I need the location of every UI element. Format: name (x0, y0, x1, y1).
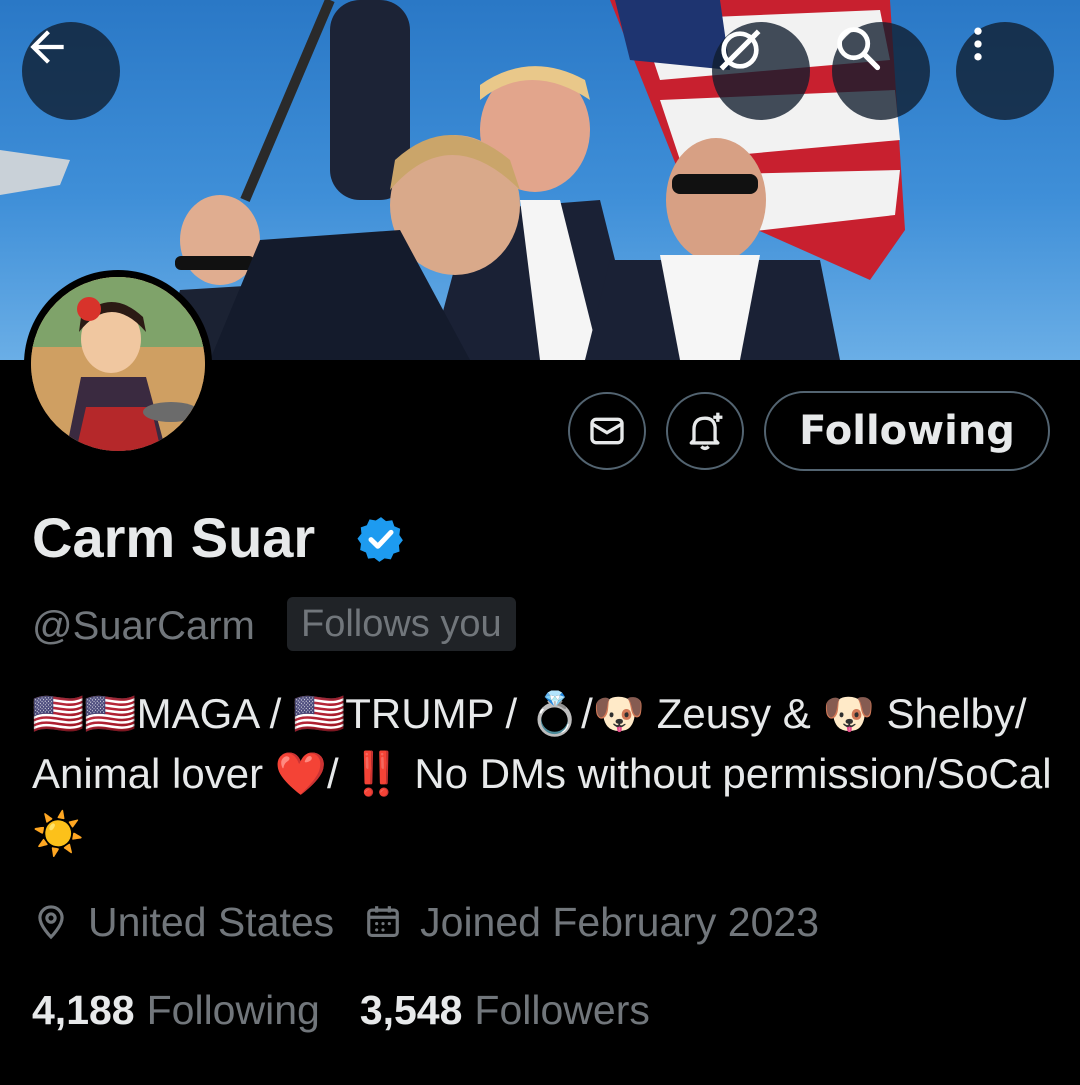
joined-date: Joined February 2023 (364, 899, 819, 946)
more-button[interactable] (956, 22, 1054, 120)
calendar-icon (364, 903, 402, 941)
followers-count: 3,548 (359, 986, 463, 1033)
profile-stats: 4,188 Following 3,548 Followers (32, 982, 690, 1038)
back-button[interactable] (22, 22, 120, 120)
followers-label: Followers (474, 986, 650, 1033)
followers-stat[interactable]: 3,548 Followers (360, 987, 650, 1034)
grok-icon (719, 29, 761, 71)
location-pin-icon (32, 903, 70, 941)
message-button[interactable] (568, 392, 646, 470)
grok-button[interactable] (712, 22, 810, 120)
following-button[interactable]: Following (764, 391, 1050, 471)
search-button[interactable] (832, 22, 930, 120)
avatar[interactable] (24, 270, 212, 458)
joined-text: Joined February 2023 (420, 898, 820, 945)
mail-icon (590, 417, 624, 445)
follows-you-badge: Follows you (287, 597, 516, 651)
following-stat[interactable]: 4,188 Following (32, 987, 320, 1034)
profile-meta: United States Joined February 2023 (32, 894, 849, 950)
bell-plus-icon (689, 412, 723, 451)
following-count: 4,188 (32, 986, 135, 1033)
location: United States (32, 899, 334, 946)
location-text: United States (88, 898, 335, 945)
avatar-image (31, 277, 205, 451)
more-vertical-icon (974, 27, 982, 61)
notifications-button[interactable] (666, 392, 744, 470)
profile-name: Carm Suar (32, 506, 316, 569)
verified-badge-icon[interactable] (356, 514, 406, 568)
profile-handle: @SuarCarm (32, 604, 255, 648)
search-icon (837, 27, 881, 71)
arrow-left-icon (30, 30, 64, 64)
following-label: Following (146, 986, 320, 1033)
profile-bio: 🇺🇸🇺🇸MAGA / 🇺🇸TRUMP / 💍/🐶 Zeusy & 🐶 Shelb… (32, 690, 1064, 857)
